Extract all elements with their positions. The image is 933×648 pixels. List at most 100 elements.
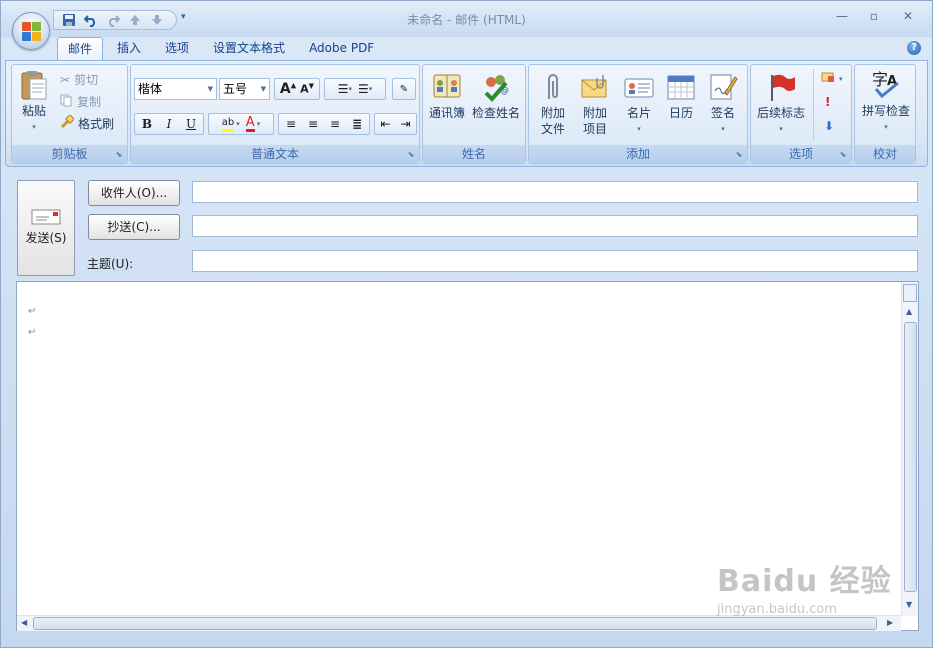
increase-indent-icon[interactable]: ⇥	[396, 117, 416, 131]
quick-access-toolbar	[53, 10, 177, 30]
high-importance-icon[interactable]: !	[825, 95, 830, 109]
business-card-label: 名片	[626, 106, 651, 120]
previous-item-icon[interactable]	[126, 12, 144, 28]
spelling-dropdown-icon[interactable]: ▾	[857, 119, 915, 135]
numbering-dropdown-icon[interactable]: ▾	[369, 85, 373, 93]
customize-qat-icon[interactable]: ▾	[181, 12, 186, 22]
basic-text-dialog-launcher-icon[interactable]: ⬊	[406, 150, 416, 160]
outlook-message-window: 未命名 - 邮件 (HTML) — ▫ ✕ ▾ 邮件 插入 选项 设置文本格式 …	[0, 0, 933, 648]
format-painter-button[interactable]: 格式刷	[60, 114, 114, 132]
send-envelope-icon	[31, 209, 61, 225]
subject-label: 主题(U):	[87, 257, 134, 271]
shrink-font-button[interactable]: A▼	[300, 82, 314, 96]
scroll-left-icon[interactable]: ◀	[21, 618, 27, 627]
signature-dropdown-icon[interactable]: ▾	[703, 121, 743, 137]
next-item-icon[interactable]	[148, 12, 166, 28]
font-color-button[interactable]: A	[245, 116, 255, 132]
font-name-dropdown-icon[interactable]: ▼	[208, 79, 213, 99]
attach-file-button[interactable]: 附加 文件	[533, 71, 573, 137]
svg-text:字: 字	[872, 70, 888, 89]
scroll-up-icon[interactable]: ▲	[906, 307, 912, 316]
baidu-jingyan-watermark: Baidu 经验 jingyan.baidu.com	[717, 556, 927, 631]
check-names-button[interactable]: @ 检查姓名	[469, 71, 523, 121]
calendar-button[interactable]: 日历	[661, 71, 701, 121]
undo-icon[interactable]	[82, 12, 100, 28]
cut-button[interactable]: ✂ 剪切	[60, 71, 98, 88]
grow-font-button[interactable]: A▲	[280, 81, 296, 97]
signature-label: 签名	[710, 106, 735, 120]
styles-button[interactable]: ✎	[392, 78, 416, 100]
bullets-dropdown-icon[interactable]: ▾	[348, 85, 352, 93]
font-size-value: 五号	[223, 82, 248, 96]
subject-field[interactable]	[192, 250, 918, 272]
envelope-icon	[579, 71, 611, 103]
tab-format-text[interactable]: 设置文本格式	[203, 37, 295, 61]
font-size-dropdown-icon[interactable]: ▼	[261, 79, 266, 99]
font-name-value: 楷体	[138, 82, 163, 96]
paste-dropdown-icon[interactable]: ▾	[16, 119, 52, 135]
underline-button[interactable]: U	[180, 117, 202, 131]
paragraph-mark: ↵	[28, 327, 37, 338]
save-icon[interactable]	[60, 12, 78, 28]
spelling-label: 拼写检查	[861, 104, 910, 118]
ruler-toggle-icon[interactable]	[903, 284, 917, 302]
cc-button[interactable]: 抄送(C)...	[88, 214, 180, 240]
help-icon[interactable]: ?	[907, 41, 921, 55]
to-button[interactable]: 收件人(O)...	[88, 180, 180, 206]
vertical-scroll-thumb[interactable]	[904, 322, 917, 592]
highlight-button[interactable]: ab	[221, 117, 235, 132]
to-field[interactable]	[192, 181, 918, 203]
include-dialog-launcher-icon[interactable]: ⬊	[734, 150, 744, 160]
align-right-icon[interactable]: ≡	[324, 117, 346, 131]
svg-text:@: @	[500, 86, 509, 96]
paste-button[interactable]: 粘贴 ▾	[16, 69, 52, 135]
decrease-indent-icon[interactable]: ⇤	[376, 117, 396, 131]
bold-button[interactable]: B	[136, 117, 158, 131]
alignment-group: ≡ ≡ ≡ ≣	[278, 113, 370, 135]
office-button[interactable]	[12, 12, 50, 50]
highlight-dropdown-icon[interactable]: ▾	[236, 120, 240, 128]
follow-up-dropdown-icon[interactable]: ▾	[753, 121, 809, 137]
cc-field[interactable]	[192, 215, 918, 237]
align-center-icon[interactable]: ≡	[302, 117, 324, 131]
redo-icon[interactable]	[104, 12, 122, 28]
paste-label: 粘贴	[21, 104, 46, 118]
attach-file-label-1: 附加	[540, 106, 565, 120]
numbering-icon[interactable]: ☰	[358, 82, 369, 96]
tab-options[interactable]: 选项	[155, 37, 199, 61]
font-size-combo[interactable]: 五号 ▼	[219, 78, 270, 100]
address-book-icon	[431, 71, 463, 103]
send-button[interactable]: 发送(S)	[17, 180, 75, 276]
maximize-button[interactable]: ▫	[861, 9, 887, 27]
spelling-button[interactable]: 字A 拼写检查 ▾	[857, 69, 915, 135]
tab-insert[interactable]: 插入	[107, 37, 151, 61]
tab-message[interactable]: 邮件	[57, 37, 104, 61]
tab-adobe-pdf[interactable]: Adobe PDF	[299, 37, 384, 61]
list-buttons-group: ☰ ▾ ☰ ▾	[324, 78, 386, 100]
options-separator	[813, 69, 814, 141]
categorize-button[interactable]: ▾	[821, 71, 843, 86]
low-importance-icon[interactable]: ⬇	[824, 119, 834, 133]
paragraph-mark: ↵	[28, 306, 37, 317]
font-color-dropdown-icon[interactable]: ▾	[257, 120, 261, 128]
categorize-dropdown-icon[interactable]: ▾	[839, 75, 843, 83]
close-button[interactable]: ✕	[895, 9, 921, 27]
copy-button[interactable]: 复制	[60, 93, 101, 110]
font-name-combo[interactable]: 楷体 ▼	[134, 78, 217, 100]
options-dialog-launcher-icon[interactable]: ⬊	[838, 150, 848, 160]
group-include: 附加 文件 附加 项目 名片 ▾ 日历 签名 ▾ 添加 ⬊	[528, 64, 748, 164]
options-group-label: 选项	[751, 145, 851, 163]
attach-item-button[interactable]: 附加 项目	[575, 71, 615, 137]
send-label: 发送(S)	[25, 231, 67, 245]
business-card-dropdown-icon[interactable]: ▾	[619, 121, 659, 137]
bullets-icon[interactable]: ☰	[338, 82, 349, 96]
justify-icon[interactable]: ≣	[346, 117, 368, 131]
follow-up-button[interactable]: 后续标志 ▾	[753, 71, 809, 137]
clipboard-dialog-launcher-icon[interactable]: ⬊	[114, 150, 124, 160]
italic-button[interactable]: I	[158, 117, 180, 131]
align-left-icon[interactable]: ≡	[280, 117, 302, 131]
address-book-button[interactable]: 通讯簿	[427, 71, 467, 121]
business-card-button[interactable]: 名片 ▾	[619, 71, 659, 137]
signature-button[interactable]: 签名 ▾	[703, 71, 743, 137]
minimize-button[interactable]: —	[829, 9, 855, 27]
